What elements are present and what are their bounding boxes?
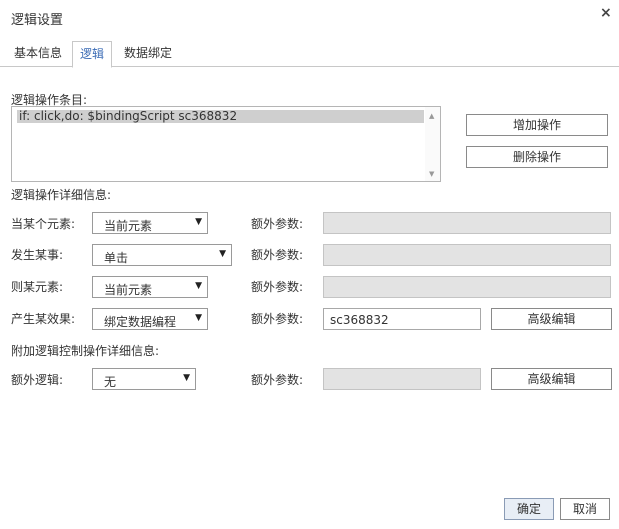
extra-logic-param-input[interactable] xyxy=(323,368,481,390)
extra-param-label: 额外参数: xyxy=(251,248,304,262)
chevron-down-icon: ▼ xyxy=(195,281,202,291)
extra-param-label: 额外参数: xyxy=(251,280,304,294)
effect-value: 绑定数据编程 xyxy=(104,315,177,329)
effect-param-input[interactable]: sc368832 xyxy=(323,308,481,330)
scroll-up-icon[interactable]: ▲ xyxy=(429,112,434,120)
event-param-input[interactable] xyxy=(323,244,611,266)
advanced-edit-button[interactable]: 高级编辑 xyxy=(491,308,612,330)
logic-items-list[interactable]: if: click,do: $bindingScript sc368832 ▲ … xyxy=(11,106,441,182)
then-element-param-input[interactable] xyxy=(323,276,611,298)
effect-select[interactable]: 绑定数据编程 ▼ xyxy=(92,308,208,330)
delete-operation-button[interactable]: 删除操作 xyxy=(466,146,608,168)
extra-logic-select[interactable]: 无 ▼ xyxy=(92,368,196,390)
extra-param-label: 额外参数: xyxy=(251,217,304,231)
tab-logic[interactable]: 逻辑 xyxy=(72,41,113,68)
effect-label: 产生某效果: xyxy=(11,312,76,326)
close-icon[interactable]: × xyxy=(600,5,612,21)
chevron-down-icon: ▼ xyxy=(183,373,190,383)
list-item[interactable]: if: click,do: $bindingScript sc368832 xyxy=(17,110,424,123)
extra-logic-value: 无 xyxy=(104,375,117,389)
extra-param-label: 额外参数: xyxy=(251,312,304,326)
scroll-down-icon[interactable]: ▼ xyxy=(429,170,434,178)
advanced-edit-button-2[interactable]: 高级编辑 xyxy=(491,368,612,390)
effect-param-value: sc368832 xyxy=(330,313,389,327)
tab-basic-info[interactable]: 基本信息 xyxy=(7,41,69,67)
logic-settings-dialog: 逻辑设置 × 基本信息 逻辑 数据绑定 逻辑操作条目: if: click,do… xyxy=(0,0,619,529)
event-label: 发生某事: xyxy=(11,248,64,262)
then-element-label: 则某元素: xyxy=(11,280,64,294)
ok-button[interactable]: 确定 xyxy=(504,498,554,520)
event-value: 单击 xyxy=(104,251,129,265)
chevron-down-icon: ▼ xyxy=(195,217,202,227)
extra-logic-label: 额外逻辑: xyxy=(11,373,64,387)
detail-section-label: 逻辑操作详细信息: xyxy=(11,188,112,202)
chevron-down-icon: ▼ xyxy=(195,313,202,323)
then-element-select[interactable]: 当前元素 ▼ xyxy=(92,276,208,298)
when-element-label: 当某个元素: xyxy=(11,217,76,231)
when-element-value: 当前元素 xyxy=(104,219,153,233)
dialog-title: 逻辑设置 xyxy=(11,13,64,28)
extra-param-label: 额外参数: xyxy=(251,373,304,387)
tab-bar: 基本信息 逻辑 数据绑定 xyxy=(0,41,619,68)
tab-data-binding[interactable]: 数据绑定 xyxy=(117,41,179,67)
chevron-down-icon: ▼ xyxy=(219,249,226,259)
cancel-button[interactable]: 取消 xyxy=(560,498,610,520)
event-select[interactable]: 单击 ▼ xyxy=(92,244,232,266)
list-scrollbar[interactable]: ▲ ▼ xyxy=(425,107,440,181)
when-element-param-input[interactable] xyxy=(323,212,611,234)
additional-section-label: 附加逻辑控制操作详细信息: xyxy=(11,344,160,358)
then-element-value: 当前元素 xyxy=(104,283,153,297)
add-operation-button[interactable]: 增加操作 xyxy=(466,114,608,136)
when-element-select[interactable]: 当前元素 ▼ xyxy=(92,212,208,234)
